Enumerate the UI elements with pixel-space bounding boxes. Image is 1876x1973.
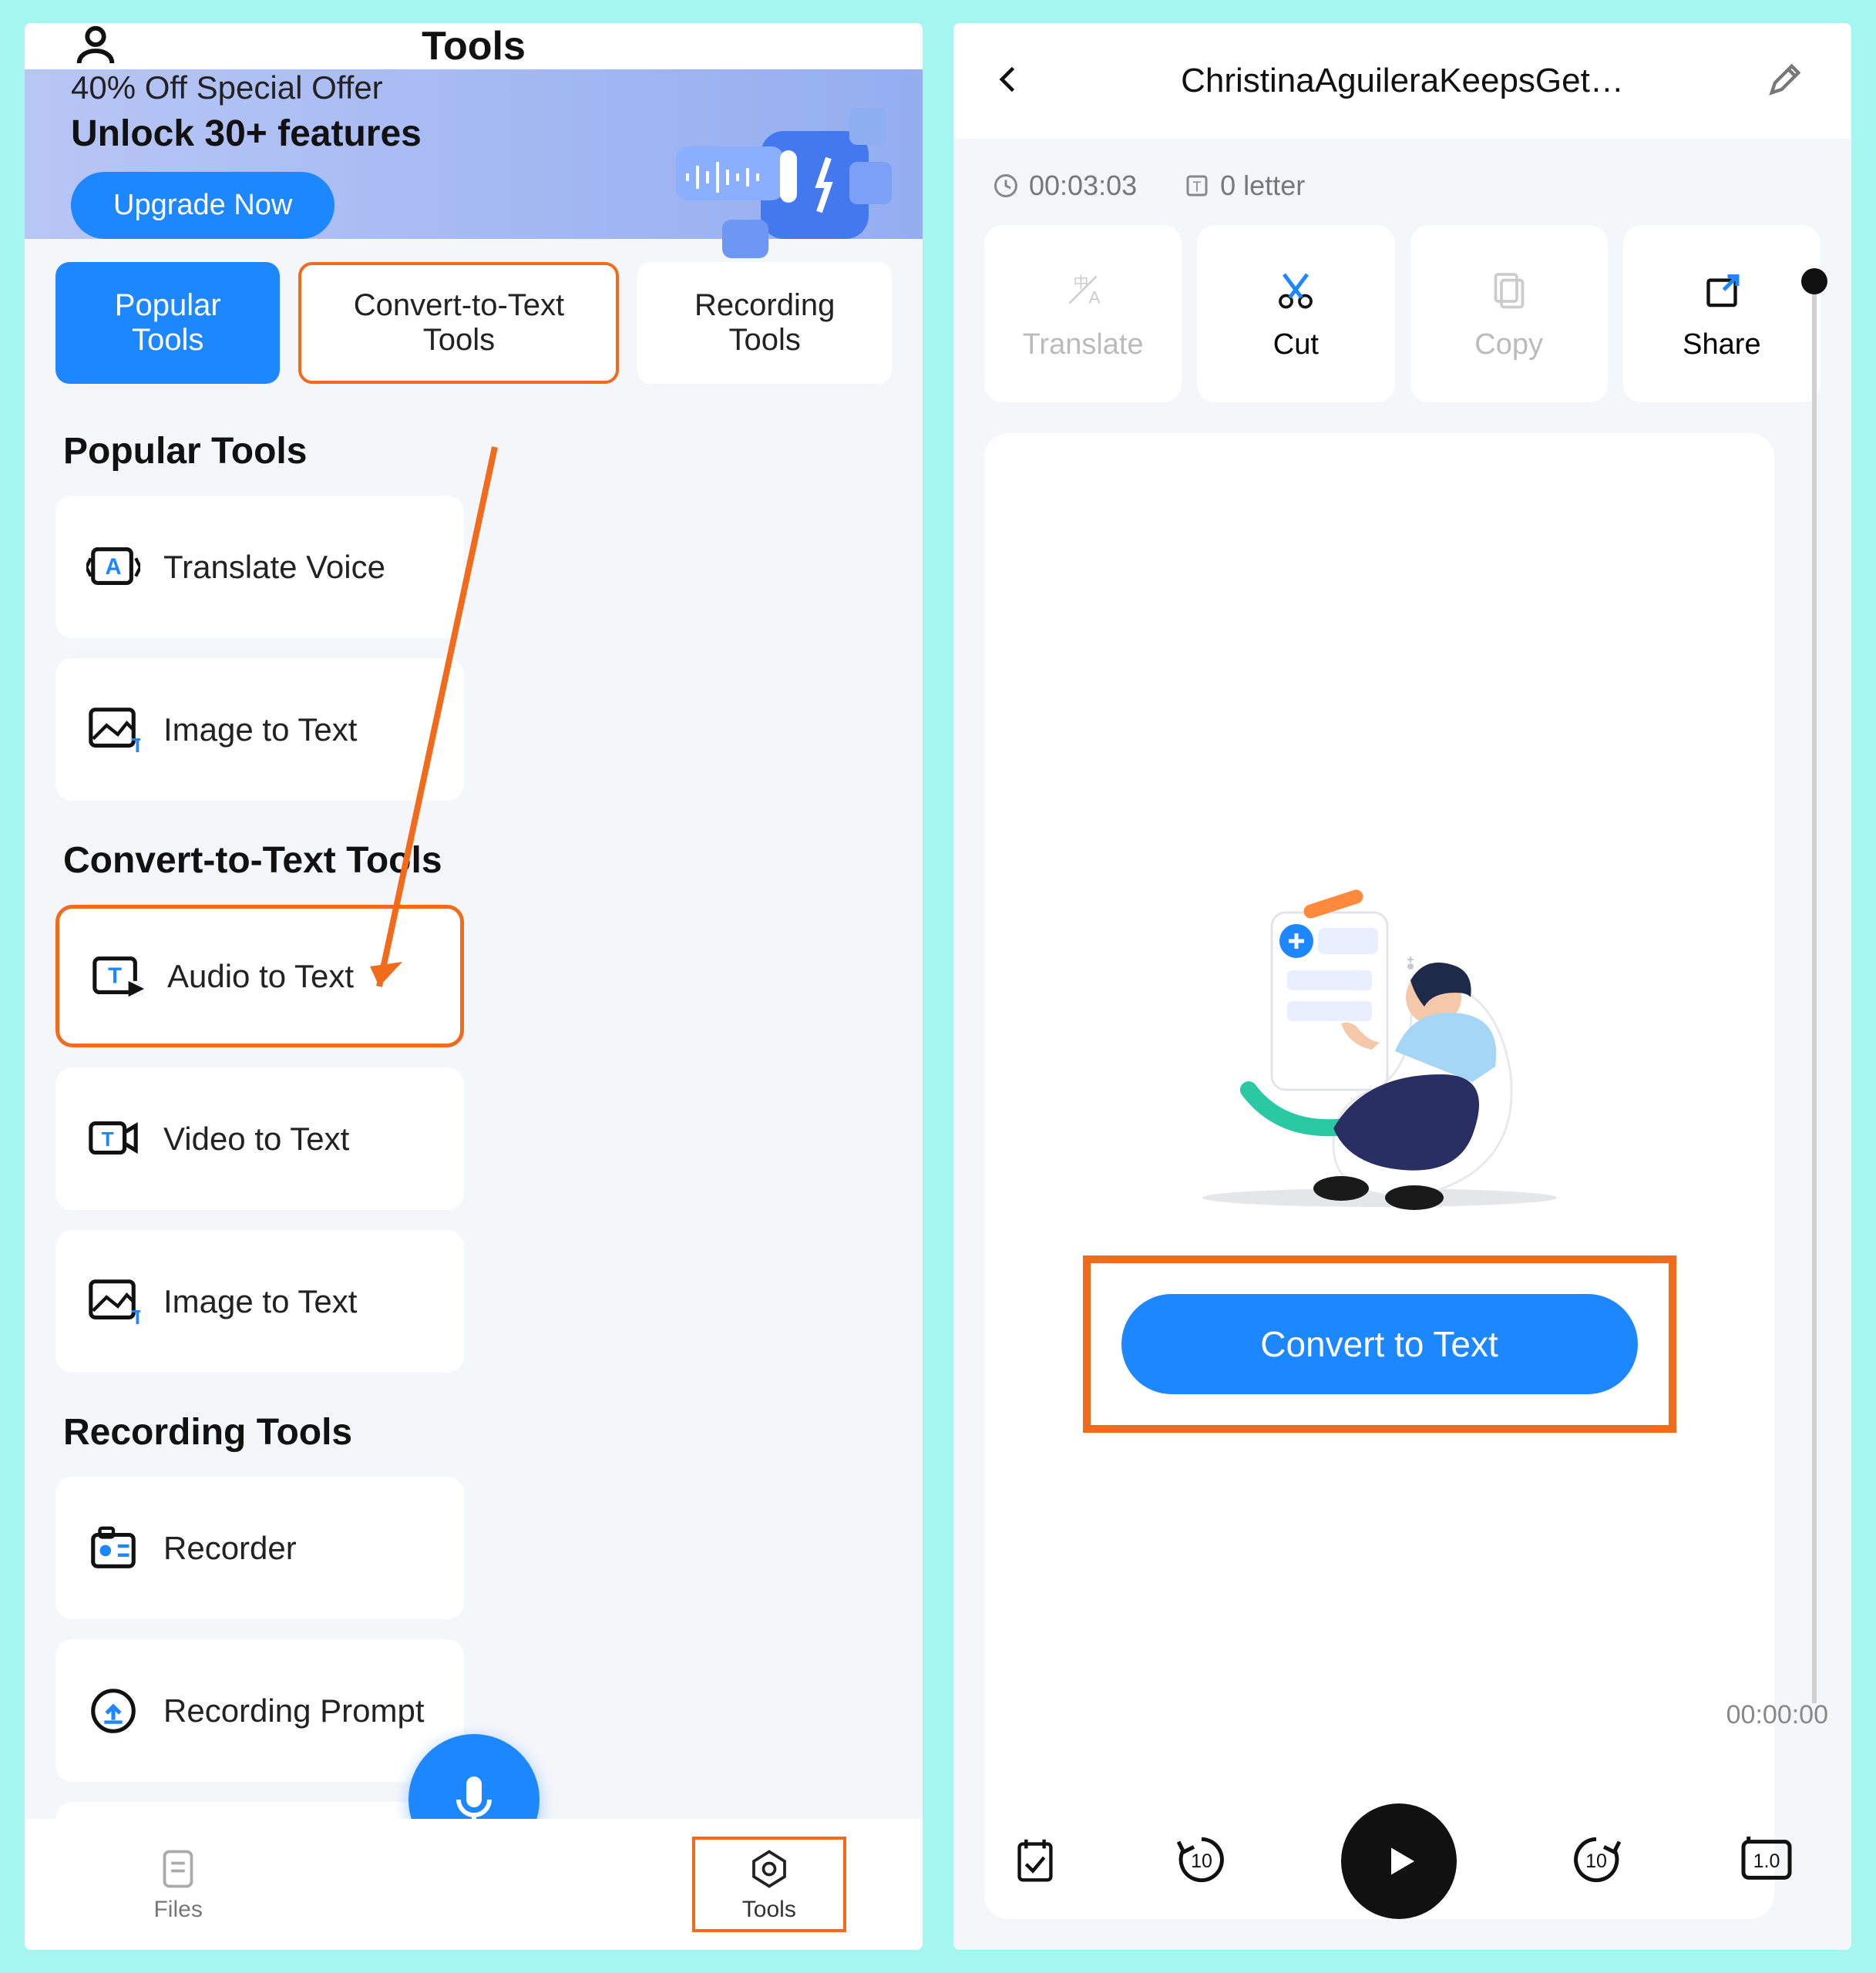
promo-banner[interactable]: 40% Off Special Offer Unlock 30+ feature… [25,69,923,239]
image-to-text-icon: T [86,703,140,757]
recorder-icon [86,1521,140,1575]
svg-text:中: 中 [1074,274,1089,291]
svg-text:T: T [131,734,140,757]
tool-label: Video to Text [163,1121,349,1158]
tool-label: Translate Voice [163,549,385,586]
profile-icon[interactable] [71,23,120,73]
time-label: 00:00:00 [1726,1700,1828,1730]
svg-text:1.0: 1.0 [1753,1850,1780,1872]
promo-line2: Unlock 30+ features [71,113,422,155]
clock-icon [992,172,1020,200]
action-share[interactable]: Share [1623,225,1821,402]
chevron-left-icon [992,62,1026,96]
copy-icon [1486,267,1532,313]
convert-highlight: Convert to Text [1083,1255,1676,1433]
text-icon: T [1183,172,1211,200]
slider-knob[interactable] [1801,268,1827,294]
tool-recording-prompt[interactable]: Recording Prompt [55,1639,464,1782]
illustration [1179,882,1580,1217]
duration: 00:03:03 [992,170,1137,202]
tools-icon [746,1846,792,1892]
screen-detail: ChristinaAguileraKeepsGet… 00:03:03 T 0 … [953,23,1851,1950]
notes-icon [1008,1833,1062,1887]
svg-text:10: 10 [1191,1850,1212,1872]
speed-icon: 1.0 [1736,1829,1797,1891]
tool-recorder[interactable]: Recorder [55,1477,464,1619]
tool-label: Image to Text [163,711,357,748]
svg-text:A: A [1089,287,1101,307]
tool-image-to-text-2[interactable]: T Image to Text [55,1230,464,1373]
nav-tools[interactable]: Tools [692,1837,846,1932]
back-button[interactable] [992,62,1026,100]
svg-text:10: 10 [1585,1850,1607,1872]
tool-image-to-text[interactable]: T Image to Text [55,658,464,801]
svg-text:A: A [105,554,121,579]
upgrade-button[interactable]: Upgrade Now [71,172,335,239]
files-icon [155,1846,201,1892]
rewind-icon: 10 [1171,1829,1232,1891]
play-button[interactable] [1341,1803,1457,1919]
file-title: ChristinaAguileraKeepsGet… [1181,62,1624,100]
share-icon [1699,267,1745,313]
nav-files[interactable]: Files [101,1846,255,1923]
edit-button[interactable] [1765,59,1805,103]
speed-button[interactable]: 1.0 [1736,1829,1797,1894]
tool-label: Recording Prompt [163,1692,424,1729]
page-title: Tools [422,23,526,69]
section-recording-title: Recording Tools [25,1388,923,1469]
promo-art [630,100,892,289]
tab-convert-text[interactable]: Convert-to-Text Tools [298,262,619,384]
translate-icon: 中A [1060,267,1106,313]
tool-video-to-text[interactable]: T Video to Text [55,1067,464,1210]
forward-icon: 10 [1565,1829,1627,1891]
progress-slider[interactable] [1812,277,1817,1703]
action-copy[interactable]: Copy [1410,225,1608,402]
play-icon [1376,1838,1422,1884]
promo-line1: 40% Off Special Offer [71,69,422,106]
scissors-icon [1273,267,1319,313]
screen-tools: Tools 40% Off Special Offer Unlock 30+ f… [25,23,923,1950]
header: ChristinaAguileraKeepsGet… [953,23,1851,139]
bottom-nav: Files Tools [25,1819,923,1950]
meta-row: 00:03:03 T 0 letter [953,139,1851,225]
tab-popular[interactable]: Popular Tools [55,262,280,384]
player-controls: 10 10 1.0 [953,1803,1851,1919]
action-cut[interactable]: Cut [1197,225,1394,402]
convert-button[interactable]: Convert to Text [1121,1294,1638,1394]
audio-to-text-icon: T [90,950,144,1003]
section-popular-title: Popular Tools [25,407,923,488]
action-translate[interactable]: 中A Translate [984,225,1182,402]
rewind-button[interactable]: 10 [1171,1829,1232,1894]
forward-button[interactable]: 10 [1565,1829,1627,1894]
tool-label: Recorder [163,1530,297,1567]
tool-label: Image to Text [163,1283,357,1320]
header: Tools [25,23,923,69]
video-to-text-icon: T [86,1112,140,1166]
content-area: Convert to Text [984,433,1774,1919]
tool-audio-to-text[interactable]: T Audio to Text [55,905,464,1047]
recording-prompt-icon [86,1684,140,1738]
letter-count: T 0 letter [1183,170,1305,202]
tool-label: Audio to Text [167,958,354,995]
translate-voice-icon: A [86,540,140,594]
notes-button[interactable] [1008,1833,1062,1891]
action-row: 中A Translate Cut Copy Share [953,225,1851,402]
tool-translate-voice[interactable]: A Translate Voice [55,496,464,638]
section-convert-title: Convert-to-Text Tools [25,816,923,897]
image-to-text-icon: T [86,1275,140,1329]
svg-text:T: T [102,1127,114,1150]
svg-text:T: T [108,963,122,988]
pencil-icon [1765,59,1805,99]
svg-text:T: T [1193,180,1202,195]
svg-text:T: T [131,1306,140,1329]
